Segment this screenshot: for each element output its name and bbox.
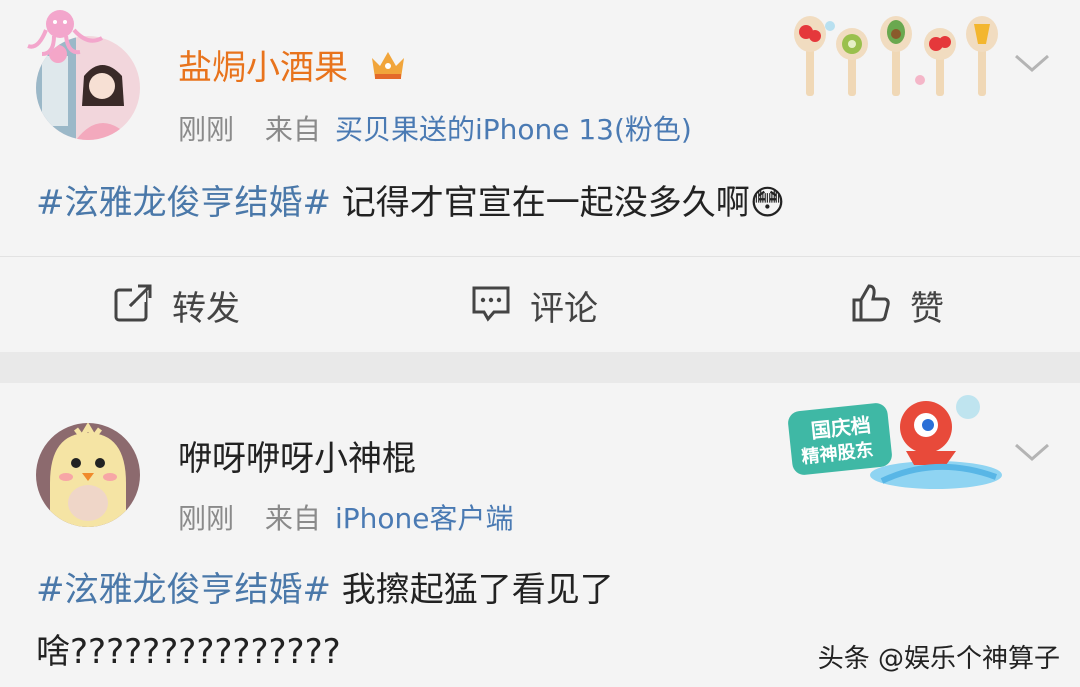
post-time: 刚刚 (178, 113, 235, 146)
post-meta: 刚刚 来自 iPhone客户端 (178, 497, 513, 537)
repost-icon (112, 282, 154, 328)
from-label: 来自 (264, 502, 321, 535)
weibo-post-2: 咿呀咿呀小神棍 刚刚 来自 iPhone客户端 国庆档 精神股东 #泫雅龙俊亨结婚… (0, 383, 1080, 687)
repost-label: 转发 (172, 288, 240, 329)
weibo-post-1: 盐焗小酒果 刚刚 来自 买贝果送的iPhone 13(粉色) #泫雅龙俊亨结婚#… (0, 0, 1080, 352)
post-separator (0, 352, 1080, 383)
avatar[interactable] (36, 423, 140, 527)
crown-icon (369, 48, 407, 91)
username-text[interactable]: 咿呀咿呀小神棍 (178, 439, 416, 479)
username-text[interactable]: 盐焗小酒果 (178, 48, 348, 88)
username[interactable]: 咿呀咿呀小神棍 (178, 431, 416, 480)
post-content: #泫雅龙俊亨结婚# 记得才官宣在一起没多久啊😳 (36, 172, 1046, 234)
post-text: 记得才官宣在一起没多久啊😳 (330, 183, 786, 223)
fruit-spoons-sticker (790, 14, 1010, 104)
thumbs-up-icon (850, 282, 892, 328)
chevron-down-icon[interactable] (1012, 437, 1052, 467)
username[interactable]: 盐焗小酒果 (178, 40, 407, 91)
comment-button[interactable]: 评论 (470, 279, 598, 331)
action-bar: 转发 评论 赞 (0, 256, 1080, 352)
hashtag-link[interactable]: #泫雅龙俊亨结婚# (36, 570, 331, 610)
from-label: 来自 (264, 113, 321, 146)
comment-icon (470, 282, 512, 328)
hashtag-link[interactable]: #泫雅龙俊亨结婚# (36, 183, 331, 223)
guoqing-sticker: 国庆档 精神股东 (786, 391, 1006, 499)
watermark: 头条 @娱乐个神算子 (817, 644, 1060, 674)
post-time: 刚刚 (178, 502, 235, 535)
post-meta: 刚刚 来自 买贝果送的iPhone 13(粉色) (178, 108, 692, 148)
post-source[interactable]: 买贝果送的iPhone 13(粉色) (335, 113, 692, 146)
post-text: 我擦起猛了看见了 (330, 570, 614, 610)
repost-button[interactable]: 转发 (112, 279, 240, 331)
chevron-down-icon[interactable] (1012, 48, 1052, 78)
comment-label: 评论 (530, 288, 598, 329)
like-label: 赞 (910, 288, 944, 329)
post-source[interactable]: iPhone客户端 (335, 502, 514, 535)
like-button[interactable]: 赞 (850, 279, 944, 331)
octopus-sticker-icon (20, 6, 110, 60)
